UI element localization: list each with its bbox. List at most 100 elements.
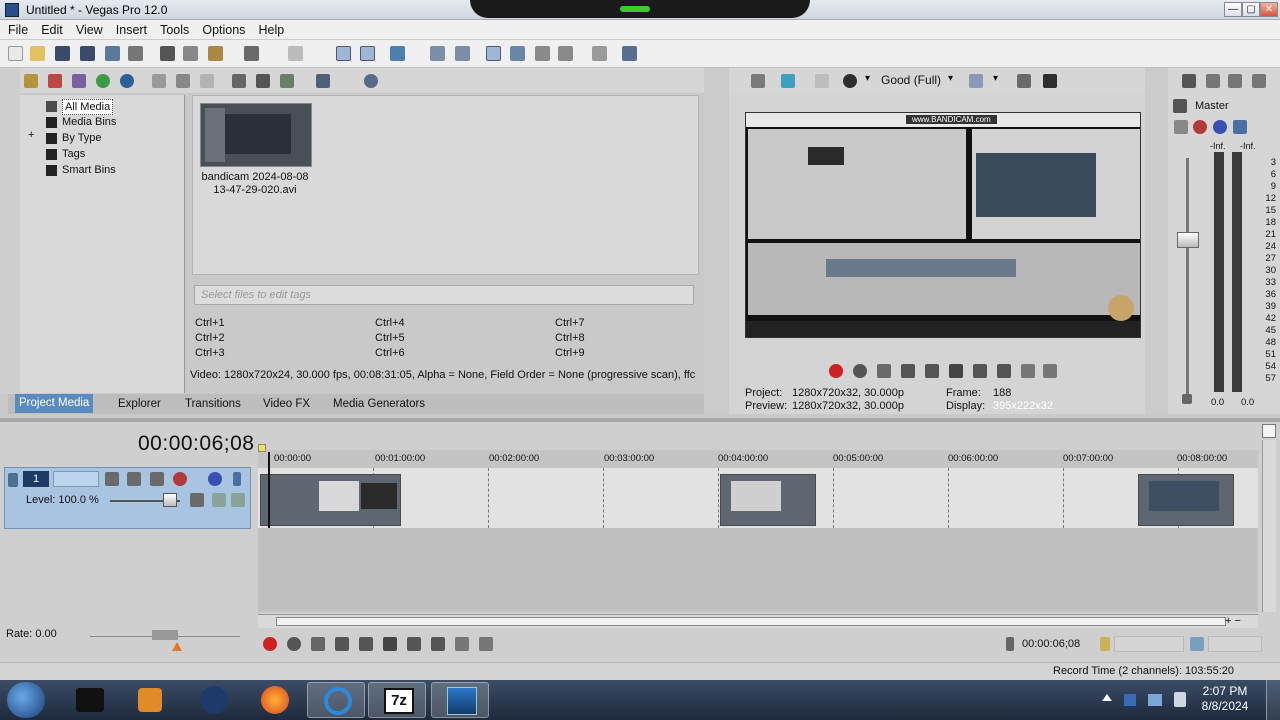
tree-item-all-media[interactable]: All Media bbox=[62, 99, 114, 115]
go-to-start-icon[interactable] bbox=[973, 364, 987, 378]
volume-icon[interactable] bbox=[1174, 692, 1186, 707]
timeline-empty-area[interactable] bbox=[258, 528, 1258, 612]
expand-by-type-icon[interactable]: + bbox=[28, 129, 34, 141]
ripple-edit-icon[interactable] bbox=[390, 46, 405, 61]
stop-preview-icon[interactable] bbox=[256, 74, 270, 88]
split-screen-arrow-icon[interactable]: ▾ bbox=[865, 73, 870, 84]
snapping-icon[interactable] bbox=[336, 46, 351, 61]
overlays-arrow-icon[interactable]: ▾ bbox=[993, 73, 998, 84]
loop-region-marker[interactable] bbox=[258, 444, 266, 452]
prev-frame-button-icon[interactable] bbox=[455, 637, 469, 651]
end-button-icon[interactable] bbox=[431, 637, 445, 651]
vertical-scrollbar[interactable] bbox=[1262, 440, 1276, 612]
mixer-options-icon[interactable] bbox=[1252, 74, 1266, 88]
show-desktop-button[interactable] bbox=[1266, 680, 1280, 720]
tag-input[interactable]: Select files to edit tags bbox=[194, 285, 694, 305]
composite-parent-icon[interactable] bbox=[190, 493, 204, 507]
taskbar-7zip[interactable]: 7z bbox=[368, 682, 426, 718]
lock-envelopes-icon[interactable] bbox=[430, 46, 445, 61]
video-clip-3[interactable] bbox=[1138, 474, 1234, 526]
tree-item-smart-bins[interactable]: Smart Bins bbox=[62, 163, 116, 177]
capture-video-icon[interactable] bbox=[48, 74, 62, 88]
master-panel-grip[interactable] bbox=[1145, 68, 1168, 414]
get-media-icon[interactable] bbox=[72, 74, 86, 88]
tab-media-generators[interactable]: Media Generators bbox=[329, 396, 429, 412]
pause-button-icon[interactable] bbox=[359, 637, 373, 651]
track-motion-icon[interactable] bbox=[105, 472, 119, 486]
normal-edit-tool-icon[interactable] bbox=[486, 46, 501, 61]
loop-playback-icon[interactable] bbox=[853, 364, 867, 378]
master-fader[interactable] bbox=[1177, 232, 1199, 248]
import-media-icon[interactable] bbox=[24, 74, 38, 88]
overlays-icon[interactable] bbox=[969, 74, 983, 88]
tray-app-icon[interactable] bbox=[1124, 694, 1136, 706]
external-monitor-icon[interactable] bbox=[781, 74, 795, 88]
play-icon[interactable] bbox=[901, 364, 915, 378]
taskbar-app-2[interactable] bbox=[120, 682, 178, 718]
menu-insert[interactable]: Insert bbox=[111, 20, 152, 40]
play-from-start-icon[interactable] bbox=[877, 364, 891, 378]
track-name-field[interactable] bbox=[53, 471, 99, 487]
selection-tool-icon[interactable] bbox=[535, 46, 550, 61]
level-slider-thumb[interactable] bbox=[163, 493, 177, 507]
save-as-icon[interactable] bbox=[80, 46, 95, 61]
master-lock-icon[interactable] bbox=[1182, 394, 1192, 404]
make-compositing-child-icon[interactable] bbox=[231, 493, 245, 507]
horizontal-scrollbar[interactable] bbox=[258, 614, 1258, 628]
refresh-icon[interactable] bbox=[96, 74, 110, 88]
auto-crossfade-icon[interactable] bbox=[360, 46, 375, 61]
tree-item-media-bins[interactable]: Media Bins bbox=[62, 115, 116, 129]
make-compositing-parent-icon[interactable] bbox=[212, 493, 226, 507]
whats-this-help-icon[interactable] bbox=[622, 46, 637, 61]
taskbar-app-3[interactable] bbox=[184, 682, 242, 718]
copy-snapshot-icon[interactable] bbox=[1017, 74, 1031, 88]
redo-icon[interactable] bbox=[288, 46, 303, 61]
timeline-marker-icon[interactable] bbox=[1262, 424, 1276, 438]
start-preview-icon[interactable] bbox=[232, 74, 246, 88]
go-to-end-icon[interactable] bbox=[997, 364, 1011, 378]
tree-item-tags[interactable]: Tags bbox=[62, 147, 85, 161]
network-icon[interactable] bbox=[1148, 694, 1162, 706]
master-fx-icon[interactable] bbox=[1174, 120, 1188, 134]
play-button-icon[interactable] bbox=[335, 637, 349, 651]
loop-icon[interactable] bbox=[287, 637, 301, 651]
record-icon[interactable] bbox=[829, 364, 843, 378]
save-icon[interactable] bbox=[55, 46, 70, 61]
stop-icon[interactable] bbox=[949, 364, 963, 378]
project-video-properties-icon[interactable] bbox=[751, 74, 765, 88]
zoom-controls[interactable]: + − bbox=[1225, 614, 1265, 628]
close-button[interactable]: ✕ bbox=[1260, 2, 1278, 17]
media-panel-grip[interactable] bbox=[0, 68, 20, 394]
menu-file[interactable]: File bbox=[3, 20, 33, 40]
ignore-grouping-icon[interactable] bbox=[455, 46, 470, 61]
views-icon[interactable] bbox=[316, 74, 330, 88]
media-thumbnail[interactable] bbox=[200, 103, 312, 167]
cut-icon[interactable] bbox=[160, 46, 175, 61]
horizontal-scrollbar-thumb[interactable] bbox=[276, 617, 1226, 626]
tab-transitions[interactable]: Transitions bbox=[181, 396, 245, 412]
video-clip-1[interactable] bbox=[260, 474, 401, 526]
envelope-tool-icon[interactable] bbox=[510, 46, 525, 61]
taskbar-vegas[interactable] bbox=[431, 682, 489, 718]
start-button-icon[interactable] bbox=[407, 637, 421, 651]
media-fx-icon[interactable] bbox=[120, 74, 134, 88]
enable-snapping-icon[interactable] bbox=[592, 46, 607, 61]
render-as-icon[interactable] bbox=[105, 46, 120, 61]
auto-preview-icon[interactable] bbox=[280, 74, 294, 88]
taskbar-app-1[interactable] bbox=[60, 682, 118, 718]
paste-icon[interactable] bbox=[208, 46, 223, 61]
zoom-tool-icon[interactable] bbox=[558, 46, 573, 61]
selection-field[interactable] bbox=[1114, 636, 1184, 652]
stop-button-icon[interactable] bbox=[383, 637, 397, 651]
split-screen-icon[interactable] bbox=[843, 74, 857, 88]
tab-project-media[interactable]: Project Media bbox=[15, 394, 94, 413]
next-frame-button-icon[interactable] bbox=[479, 637, 493, 651]
track-fx-icon[interactable] bbox=[127, 472, 141, 486]
next-frame-icon[interactable] bbox=[1043, 364, 1057, 378]
menu-view[interactable]: View bbox=[71, 20, 108, 40]
record-button-icon[interactable] bbox=[263, 637, 277, 651]
search-icon[interactable] bbox=[364, 74, 378, 88]
compositing-mode-icon[interactable] bbox=[150, 472, 164, 486]
remove-media-icon[interactable] bbox=[152, 74, 166, 88]
undo-icon[interactable] bbox=[244, 46, 259, 61]
